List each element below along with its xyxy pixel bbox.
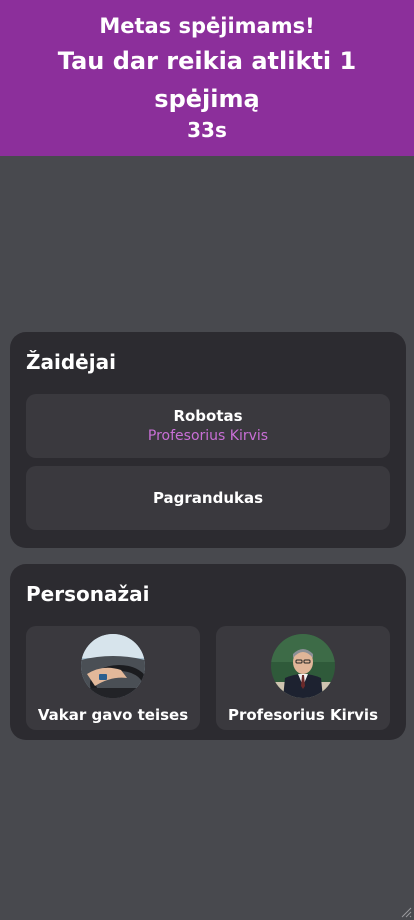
player-name: Robotas [173, 407, 243, 425]
player-name: Pagrandukas [152, 489, 264, 507]
players-panel: Žaidėjai Robotas Profesorius Kirvis Pagr… [10, 332, 406, 548]
guess-banner: Metas spėjimams! Tau dar reikia atlikti … [0, 0, 414, 156]
character-name: Profesorius Kirvis [227, 706, 378, 724]
character-card[interactable]: Vakar gavo teises [26, 626, 200, 730]
banner-subtitle: Tau dar reikia atlikti 1 spėjimą [57, 47, 357, 113]
player-character: Profesorius Kirvis [147, 428, 269, 444]
professor-avatar [271, 634, 335, 698]
player-card[interactable]: Robotas Profesorius Kirvis [26, 394, 390, 458]
player-card[interactable]: Pagrandukas [26, 466, 390, 530]
character-card[interactable]: Profesorius Kirvis [216, 626, 390, 730]
characters-panel: Personažai Vakar gavo teises Profesorius… [10, 564, 406, 740]
players-heading: Žaidėjai [26, 350, 116, 374]
resize-grip-icon[interactable] [400, 906, 412, 918]
characters-heading: Personažai [26, 582, 150, 606]
driving-car-avatar [81, 634, 145, 698]
banner-title: Metas spėjimams! [99, 14, 315, 38]
countdown-timer: 33s [187, 118, 227, 142]
character-name: Vakar gavo teises [37, 706, 189, 724]
